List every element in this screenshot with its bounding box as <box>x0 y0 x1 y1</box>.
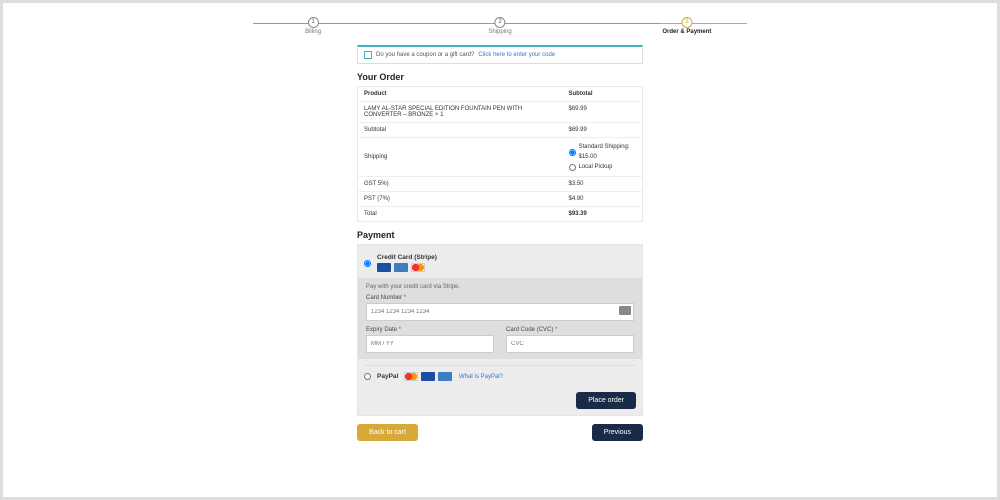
cvc-input[interactable] <box>506 335 634 353</box>
table-row: Subtotal $69.99 <box>358 123 643 138</box>
payment-heading: Payment <box>357 230 643 240</box>
subtotal-value: $69.99 <box>563 123 643 138</box>
visa-icon <box>421 372 435 381</box>
step-billing[interactable]: 1 Billing <box>305 17 321 35</box>
subtotal-label: Subtotal <box>358 123 563 138</box>
col-product: Product <box>358 87 563 102</box>
total-value: $93.39 <box>563 207 643 222</box>
total-label: Total <box>358 207 563 222</box>
coupon-notice: Do you have a coupon or a gift card? Cli… <box>357 45 643 64</box>
card-number-input[interactable] <box>366 303 634 321</box>
card-number-label: Card Number <box>366 295 402 301</box>
stripe-radio[interactable] <box>364 260 371 267</box>
shipping-label: Shipping <box>358 138 563 177</box>
paypal-label: PayPal <box>377 373 398 380</box>
stripe-panel: Pay with your credit card via Stripe. Ca… <box>358 278 642 359</box>
what-is-paypal-link[interactable]: What is PayPal? <box>459 374 503 380</box>
visa-icon <box>377 263 391 272</box>
mastercard-icon <box>411 263 425 272</box>
back-to-cart-button[interactable]: Back to cart <box>357 424 418 441</box>
your-order-heading: Your Order <box>357 72 643 82</box>
previous-button[interactable]: Previous <box>592 424 643 441</box>
coupon-text: Do you have a coupon or a gift card? <box>376 52 474 58</box>
shipping-standard-option[interactable]: Standard Shipping: $15.00 <box>569 142 637 162</box>
stripe-hint: Pay with your credit card via Stripe. <box>366 284 634 290</box>
line-item-name: LAMY AL-STAR SPECIAL EDITION FOUNTAIN PE… <box>358 102 563 123</box>
step-shipping[interactable]: 2 Shipping <box>488 17 511 35</box>
paypal-card-logos <box>404 372 453 381</box>
expiry-input[interactable] <box>366 335 494 353</box>
gst-value: $3.50 <box>563 177 643 192</box>
paypal-radio[interactable] <box>364 373 371 380</box>
mastercard-icon <box>404 372 418 381</box>
shipping-standard-radio[interactable] <box>569 149 576 156</box>
place-order-button[interactable]: Place order <box>576 392 636 409</box>
table-row: Shipping Standard Shipping: $15.00 Local… <box>358 138 643 177</box>
order-summary-table: Product Subtotal LAMY AL-STAR SPECIAL ED… <box>357 86 643 222</box>
col-subtotal: Subtotal <box>563 87 643 102</box>
payment-box: Credit Card (Stripe) Pay with your credi… <box>357 244 643 416</box>
table-row: PST (7%) $4.90 <box>358 192 643 207</box>
shipping-local-option[interactable]: Local Pickup <box>569 162 637 172</box>
step-order-payment[interactable]: 3 Order & Payment <box>662 17 711 35</box>
payment-method-paypal[interactable]: PayPal What is PayPal? <box>364 365 636 384</box>
table-row: LAMY AL-STAR SPECIAL EDITION FOUNTAIN PE… <box>358 102 643 123</box>
amex-icon <box>438 372 452 381</box>
checkout-steps: 1 Billing 2 Shipping 3 Order & Payment <box>233 17 767 39</box>
cvc-label: Card Code (CVC) <box>506 327 553 333</box>
expiry-label: Expiry Date <box>366 327 397 333</box>
coupon-icon <box>364 51 372 59</box>
table-row: Total $93.39 <box>358 207 643 222</box>
payment-method-stripe[interactable]: Credit Card (Stripe) <box>364 251 636 275</box>
table-row: GST 5%) $3.50 <box>358 177 643 192</box>
line-item-price: $69.99 <box>563 102 643 123</box>
pst-label: PST (7%) <box>358 192 563 207</box>
shipping-local-radio[interactable] <box>569 164 576 171</box>
stripe-label: Credit Card (Stripe) <box>377 254 437 261</box>
pst-value: $4.90 <box>563 192 643 207</box>
stripe-card-logos <box>377 263 437 272</box>
gst-label: GST 5%) <box>358 177 563 192</box>
card-brand-icon <box>619 306 631 315</box>
amex-icon <box>394 263 408 272</box>
coupon-link[interactable]: Click here to enter your code <box>478 52 555 58</box>
